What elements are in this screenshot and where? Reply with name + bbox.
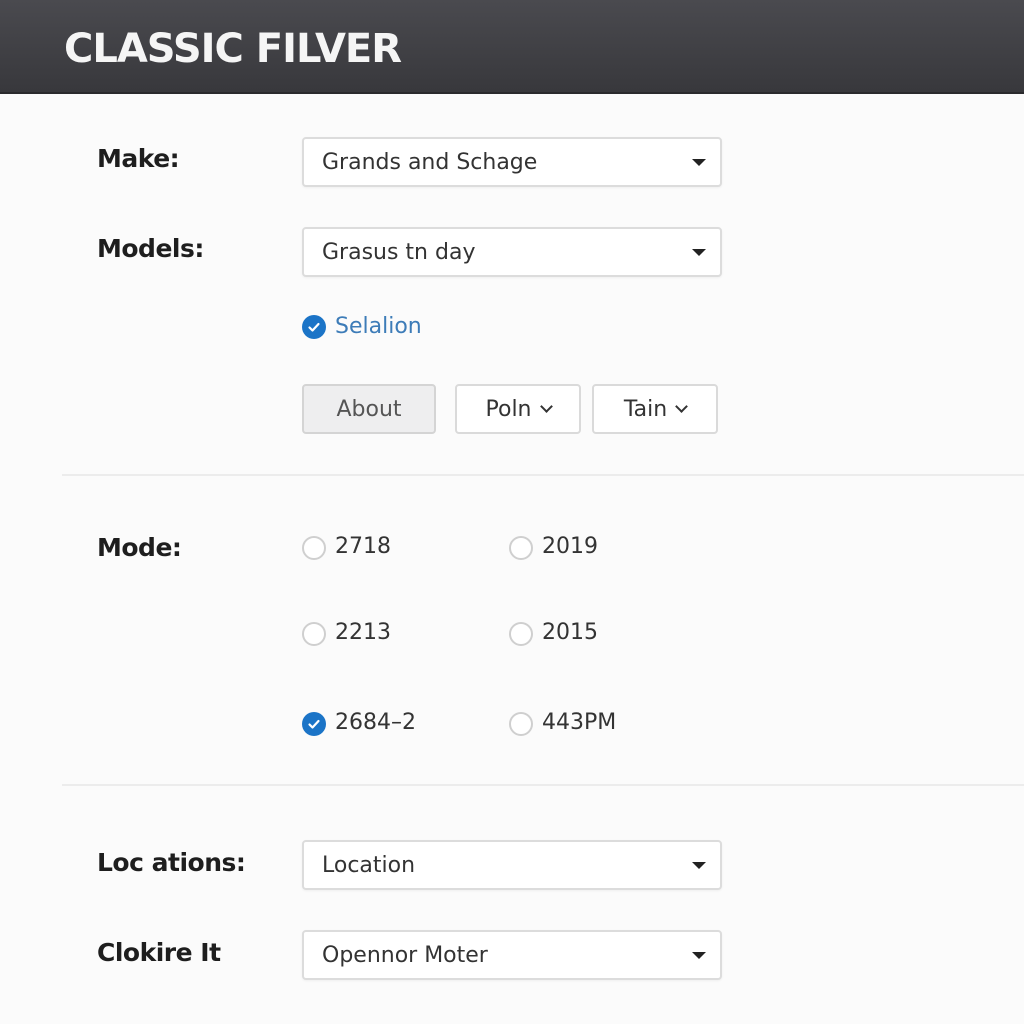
models-label: Models: [97,234,204,263]
mode-radio-2019[interactable] [509,536,533,560]
locations-select[interactable]: Location [302,840,722,890]
about-button[interactable]: About [302,384,436,434]
mode-label: Mode: [97,533,182,562]
chevron-down-icon [675,400,689,413]
app-header: CLASSIC FILVER [0,0,1024,94]
section-divider [62,474,1024,476]
clokire-select-value: Opennor Moter [322,943,488,968]
tain-dropdown-button[interactable]: Tain [592,384,718,434]
mode-radio-2213[interactable] [302,622,326,646]
make-select[interactable]: Grands and Schage [302,137,722,187]
selection-checkbox[interactable] [302,315,326,339]
mode-radio-2718[interactable] [302,536,326,560]
tain-button-label: Tain [623,396,668,422]
mode-radio-2015[interactable] [509,622,533,646]
models-select[interactable]: Grasus tn day [302,227,722,277]
clokire-label: Clokire It [97,938,221,967]
mode-option-label: 2213 [335,620,391,645]
mode-option-label: 2015 [542,620,598,645]
chevron-down-icon [539,400,553,413]
make-select-value: Grands and Schage [322,150,538,175]
about-button-label: About [336,396,402,422]
models-select-value: Grasus tn day [322,240,476,265]
mode-option-label: 2718 [335,534,391,559]
checkmark-icon [308,322,320,332]
selection-checkbox-label: Selalion [335,314,422,339]
mode-option-label: 443PM [542,710,617,735]
section-divider [62,784,1024,786]
mode-radio-443pm[interactable] [509,712,533,736]
locations-select-value: Location [322,853,416,878]
poln-button-label: Poln [485,396,532,422]
caret-down-icon [692,159,706,166]
caret-down-icon [692,249,706,256]
checkmark-icon [308,719,320,729]
make-label: Make: [97,144,180,173]
mode-option-label: 2684–2 [335,710,416,735]
locations-label: Loc ations: [97,848,246,877]
poln-dropdown-button[interactable]: Poln [455,384,581,434]
mode-option-label: 2019 [542,534,598,559]
mode-radio-2684-2[interactable] [302,712,326,736]
clokire-select[interactable]: Opennor Moter [302,930,722,980]
app-title: CLASSIC FILVER [64,26,402,72]
caret-down-icon [692,952,706,959]
caret-down-icon [692,862,706,869]
